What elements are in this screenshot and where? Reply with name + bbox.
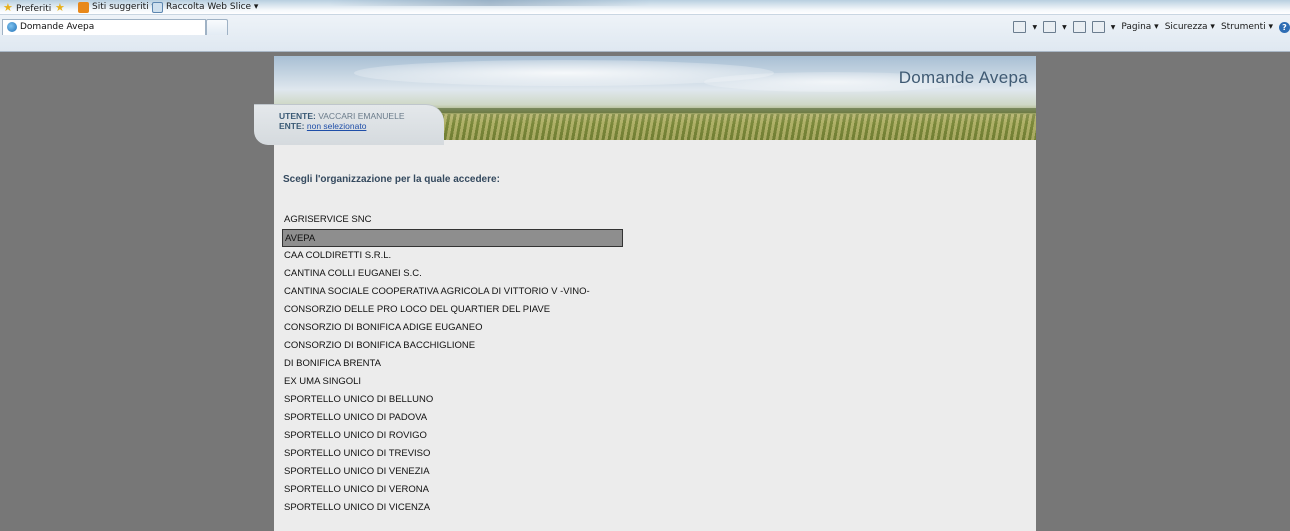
feeds-dropdown-icon[interactable]: ▼: [1062, 24, 1067, 31]
suggested-sites-label: Siti suggeriti ▾: [92, 2, 157, 12]
organization-item[interactable]: SPORTELLO UNICO DI VERONA: [282, 481, 623, 499]
user-key: UTENTE:: [279, 111, 316, 121]
organization-item[interactable]: SPORTELLO UNICO DI PADOVA: [282, 409, 623, 427]
print-icon[interactable]: [1091, 21, 1105, 33]
organization-item[interactable]: CANTINA COLLI EUGANEI S.C.: [282, 265, 623, 283]
organization-item[interactable]: CAA COLDIRETTI S.R.L.: [282, 247, 623, 265]
user-line: UTENTE: VACCARI EMANUELE: [279, 111, 405, 121]
web-slice-gallery-button[interactable]: Raccolta Web Slice ▾: [152, 2, 258, 13]
suggested-sites-button[interactable]: Siti suggeriti ▾: [78, 2, 156, 13]
command-bar: ▼ ▼ ▼ Pagina ▾ Sicurezza ▾ Strumenti ▾ ?: [1013, 20, 1290, 34]
page-content: Domande Avepa UTENTE: VACCARI EMANUELE E…: [254, 56, 1036, 531]
organization-item[interactable]: SPORTELLO UNICO DI VENEZIA: [282, 463, 623, 481]
favorites-label: Preferiti: [16, 4, 52, 14]
user-info-box: UTENTE: VACCARI EMANUELE ENTE: non selez…: [254, 104, 444, 145]
feeds-icon[interactable]: [1043, 21, 1057, 33]
mail-icon[interactable]: [1072, 21, 1086, 33]
add-favorite-icon: ★: [55, 1, 65, 14]
ie-page-icon: [7, 22, 17, 32]
banner-title: Domande Avepa: [898, 68, 1028, 87]
web-slice-icon: [152, 2, 163, 13]
ente-link[interactable]: non selezionato: [307, 121, 367, 131]
organization-item[interactable]: CONSORZIO DI BONIFICA ADIGE EUGANEO: [282, 319, 623, 337]
organization-item[interactable]: AGRISERVICE SNC: [282, 211, 623, 229]
print-dropdown-icon[interactable]: ▼: [1111, 24, 1116, 31]
favorites-star-icon: ★: [3, 1, 13, 14]
organization-item[interactable]: SPORTELLO UNICO DI TREVISO: [282, 445, 623, 463]
user-value: VACCARI EMANUELE: [318, 111, 405, 121]
tab-title: Domande Avepa: [20, 22, 95, 32]
organization-item[interactable]: CONSORZIO DI BONIFICA BACCHIGLIONE: [282, 337, 623, 355]
favorites-bar: ★ Preferiti ★ Siti suggeriti ▾ Raccolta W…: [0, 0, 1290, 15]
favorites-button[interactable]: ★ Preferiti: [3, 2, 51, 15]
organization-item[interactable]: DI BONIFICA BRENTA: [282, 355, 623, 373]
organization-item[interactable]: SPORTELLO UNICO DI ROVIGO: [282, 427, 623, 445]
organization-item[interactable]: SPORTELLO UNICO DI BELLUNO: [282, 391, 623, 409]
window-title-blur: [330, 0, 650, 6]
organization-item[interactable]: CONSORZIO DELLE PRO LOCO DEL QUARTIER DE…: [282, 301, 623, 319]
tab-domande-avepa[interactable]: Domande Avepa: [2, 19, 206, 35]
security-menu[interactable]: Sicurezza ▾: [1165, 22, 1215, 32]
add-favorite-button[interactable]: ★: [55, 2, 68, 15]
tools-menu[interactable]: Strumenti ▾: [1221, 22, 1273, 32]
organization-item[interactable]: SPORTELLO UNICO DI VICENZA: [282, 499, 623, 517]
home-dropdown-icon[interactable]: ▼: [1032, 24, 1037, 31]
organization-list: AGRISERVICE SNC AVEPA CAA COLDIRETTI S.R.L…: [282, 211, 623, 517]
organization-item[interactable]: CANTINA SOCIALE COOPERATIVA AGRICOLA DI …: [282, 283, 623, 301]
page-menu[interactable]: Pagina ▾: [1121, 22, 1158, 32]
bing-icon: [78, 2, 89, 13]
organization-prompt: Scegli l'organizzazione per la quale acc…: [283, 174, 500, 185]
web-slice-label: Raccolta Web Slice ▾: [166, 2, 259, 12]
organization-item[interactable]: EX UMA SINGOLI: [282, 373, 623, 391]
ente-line: ENTE: non selezionato: [279, 121, 366, 131]
ente-key: ENTE:: [279, 121, 305, 131]
home-icon[interactable]: [1013, 21, 1027, 33]
help-icon[interactable]: ?: [1279, 21, 1290, 33]
organization-item[interactable]: AVEPA: [282, 229, 623, 247]
new-tab-button[interactable]: [206, 19, 228, 35]
